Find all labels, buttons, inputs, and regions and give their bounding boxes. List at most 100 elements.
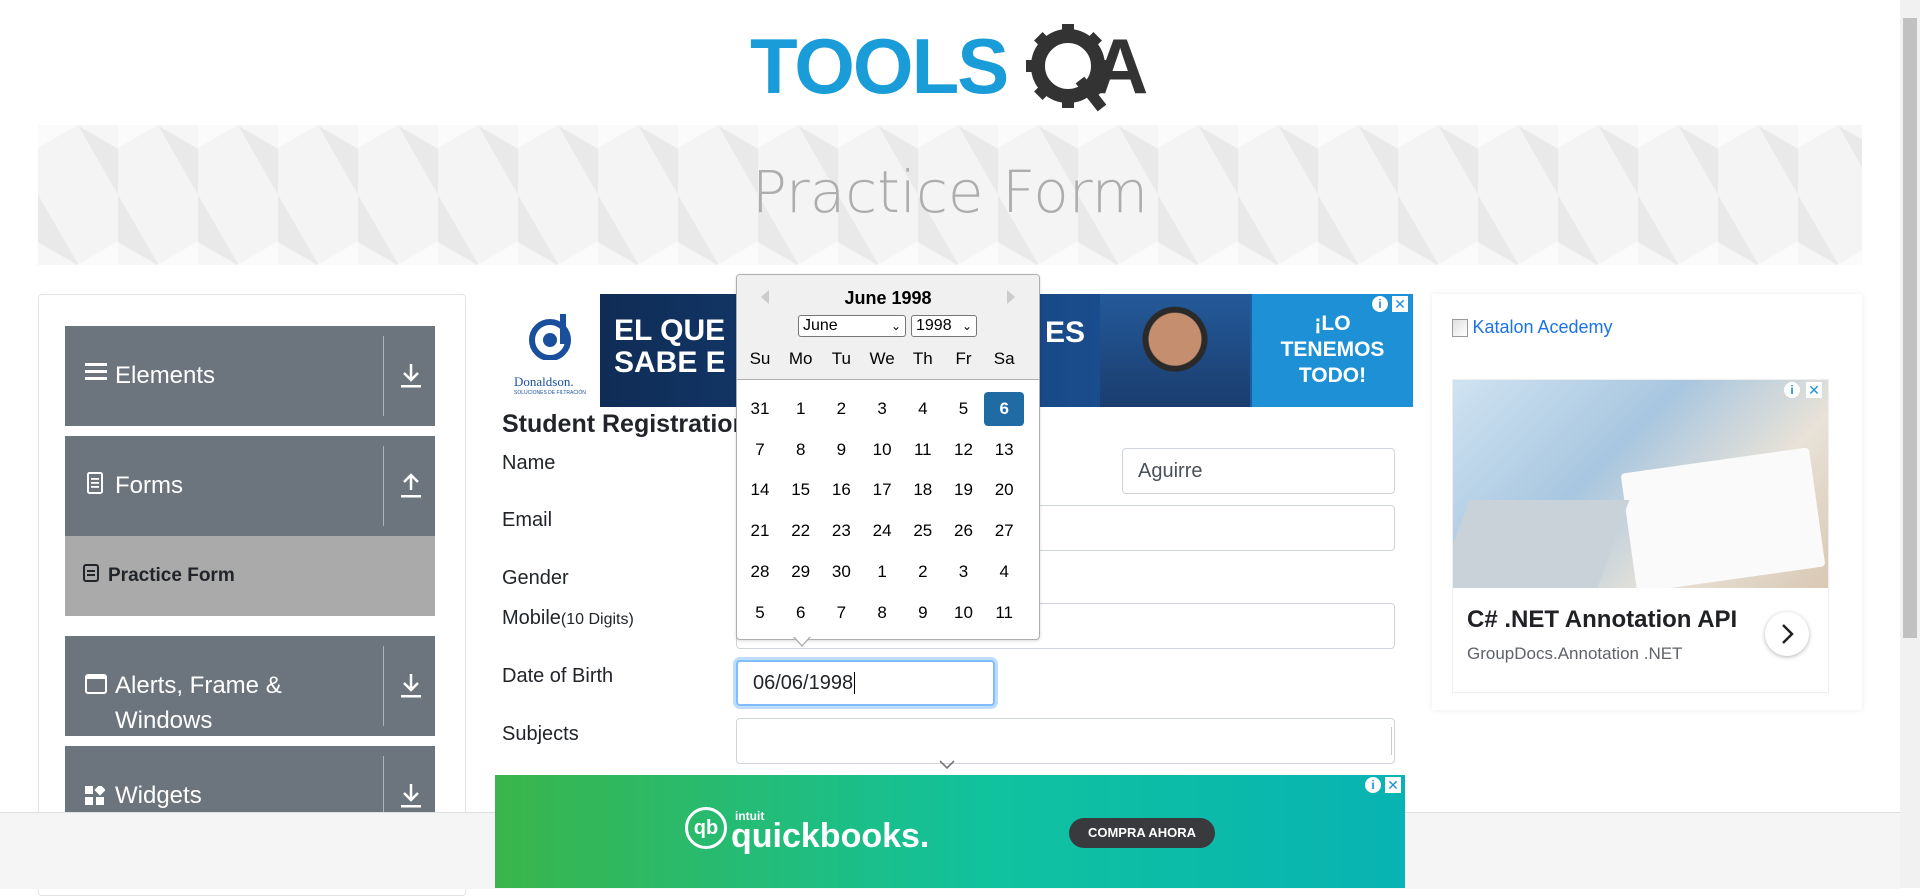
ad-title: C# .NET Annotation API: [1467, 606, 1738, 633]
calendar-day[interactable]: 24: [862, 514, 902, 548]
adchoices-icon[interactable]: i: [1372, 296, 1388, 312]
download-arrow-icon[interactable]: [399, 782, 425, 812]
right-advertisement[interactable]: Katalon Acedemy i ✕ C# .NET Annotation A…: [1432, 294, 1862, 710]
calendar-day[interactable]: 20: [984, 473, 1024, 507]
calendar-day[interactable]: 23: [821, 514, 861, 548]
scrollbar-thumb[interactable]: [1903, 18, 1917, 638]
form-icon: [83, 564, 99, 587]
ad-photo: [1453, 380, 1828, 588]
calendar-day[interactable]: 27: [984, 514, 1024, 548]
month-select[interactable]: June ⌄: [798, 315, 906, 337]
calendar-day[interactable]: 16: [821, 473, 861, 507]
ad-card[interactable]: i ✕ C# .NET Annotation API GroupDocs.Ann…: [1452, 379, 1829, 693]
dob-input[interactable]: 06/06/1998: [736, 660, 995, 706]
weekday-name: Su: [749, 349, 771, 368]
calendar-day[interactable]: 14: [740, 473, 780, 507]
sidebar-item-practice-form[interactable]: Practice Form: [65, 536, 435, 616]
calendar-day[interactable]: 15: [781, 473, 821, 507]
toolsqa-logo[interactable]: TOOLS A: [750, 18, 1155, 113]
subjects-input[interactable]: [736, 718, 1395, 764]
hamburger-icon: [85, 360, 107, 388]
calendar-day[interactable]: 5: [944, 392, 984, 426]
calendar-day[interactable]: 17: [862, 473, 902, 507]
weekday-name: Fr: [955, 349, 972, 368]
ad-person-image: [1100, 294, 1250, 407]
ad-close-icon[interactable]: ✕: [1806, 382, 1822, 398]
weekday-name: We: [869, 349, 895, 368]
year-select[interactable]: 1998 ⌄: [911, 315, 977, 337]
calendar-day[interactable]: 30: [821, 555, 861, 589]
calendar-day[interactable]: 19: [944, 473, 984, 507]
calendar-day[interactable]: 6: [781, 596, 821, 630]
calendar-day[interactable]: 4: [903, 392, 943, 426]
calendar-day[interactable]: 9: [903, 596, 943, 630]
calendar-day[interactable]: 28: [740, 555, 780, 589]
calendar-day[interactable]: 18: [903, 473, 943, 507]
datepicker-pointer-fill: [794, 636, 810, 645]
calendar-day[interactable]: 12: [944, 433, 984, 467]
sidebar-group-label-line2: Windows: [115, 707, 213, 734]
calendar-day[interactable]: 21: [740, 514, 780, 548]
calendar-day[interactable]: 2: [903, 555, 943, 589]
divider: [383, 336, 384, 416]
donaldson-brand: Donaldson.: [514, 374, 574, 389]
calendar-day[interactable]: 10: [944, 596, 984, 630]
sidebar-item-label: Practice Form: [108, 565, 235, 586]
calendar-day[interactable]: 5: [740, 596, 780, 630]
calendar-day[interactable]: 1: [781, 392, 821, 426]
sidebar-group-elements[interactable]: Elements: [65, 326, 435, 426]
calendar-day[interactable]: 10: [862, 433, 902, 467]
bottom-advertisement[interactable]: qb intuit quickbooks. COMPRA AHORA i ✕: [495, 775, 1405, 888]
adchoices-icon[interactable]: i: [1365, 777, 1381, 793]
chevron-down-icon: ⌄: [961, 319, 972, 333]
mobile-label-text: Mobile: [502, 607, 561, 629]
notebook-shape: [1620, 447, 1826, 588]
divider: [1391, 727, 1392, 755]
katalon-alt-text: Katalon Acedemy: [1472, 317, 1613, 337]
last-name-input[interactable]: Aguirre: [1122, 448, 1395, 494]
download-arrow-icon[interactable]: [399, 362, 425, 392]
adchoices-icon[interactable]: i: [1784, 382, 1800, 398]
calendar-day[interactable]: 13: [984, 433, 1024, 467]
calendar-day[interactable]: 25: [903, 514, 943, 548]
calendar-day[interactable]: 7: [740, 433, 780, 467]
calendar-day[interactable]: 22: [781, 514, 821, 548]
calendar-day[interactable]: 2: [821, 392, 861, 426]
chevron-right-icon[interactable]: [1765, 612, 1809, 656]
calendar-day[interactable]: 11: [903, 433, 943, 467]
katalon-image-link[interactable]: Katalon Acedemy: [1452, 317, 1613, 338]
quickbooks-logo-icon: qb: [685, 807, 727, 849]
ad-headline-partial: ES: [1045, 316, 1086, 349]
upload-arrow-icon[interactable]: [399, 472, 425, 502]
calendar-day[interactable]: 31: [740, 392, 780, 426]
weekday-name: Th: [912, 349, 933, 368]
sidebar-group-alerts[interactable]: Alerts, Frame & Windows: [65, 636, 435, 736]
calendar-day[interactable]: 1: [862, 555, 902, 589]
chevron-down-icon[interactable]: [939, 757, 955, 775]
next-month-icon[interactable]: [1005, 289, 1017, 310]
calendar-day-selected[interactable]: 6: [984, 392, 1025, 426]
page-title: Practice Form: [751, 158, 1149, 226]
calendar-day[interactable]: 8: [862, 596, 902, 630]
calendar-day[interactable]: 3: [862, 392, 902, 426]
calendar-day[interactable]: 7: [821, 596, 861, 630]
sidebar-group-label: Widgets: [115, 782, 202, 809]
ad-close-icon[interactable]: ✕: [1392, 296, 1408, 312]
calendar-day[interactable]: 8: [781, 433, 821, 467]
calendar-day[interactable]: 26: [944, 514, 984, 548]
sidebar-group-forms[interactable]: Forms: [65, 436, 435, 536]
ad-brand: quickbooks.: [731, 817, 930, 855]
sidebar-group-label: Alerts, Frame &: [115, 672, 282, 699]
calendar-day[interactable]: 29: [781, 555, 821, 589]
download-arrow-icon[interactable]: [399, 672, 425, 702]
calendar-day[interactable]: 4: [984, 555, 1024, 589]
mobile-label: Mobile(10 Digits): [502, 607, 634, 630]
ad-headline-2: SABE E: [614, 346, 726, 379]
ad-close-icon[interactable]: ✕: [1385, 777, 1401, 793]
calendar-day[interactable]: 11: [984, 596, 1024, 630]
mobile-label-hint: (10 Digits): [560, 611, 634, 628]
calendar-day[interactable]: 3: [944, 555, 984, 589]
form-section-title: Student Registration: [502, 410, 748, 438]
calendar-day[interactable]: 9: [821, 433, 861, 467]
buy-now-button[interactable]: COMPRA AHORA: [1069, 818, 1215, 848]
